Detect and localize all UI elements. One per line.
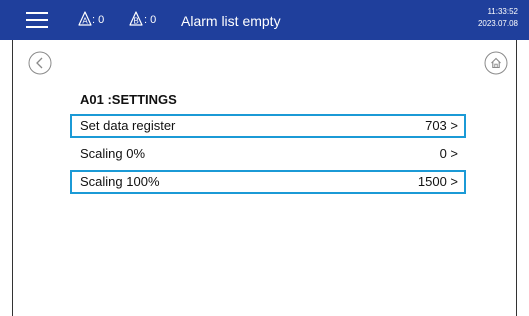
alarm-a-letter: A: [82, 17, 88, 26]
hmi-screen: A : 0 B : 0 Alarm list empty 11:33:52 20…: [0, 0, 529, 316]
back-button[interactable]: [28, 51, 52, 75]
row-value: 1500 >: [417, 174, 458, 189]
row-label: Scaling 100%: [80, 174, 160, 189]
page-title: A01 :SETTINGS: [80, 92, 177, 107]
clock-time: 11:33:52: [487, 7, 518, 16]
alarm-bell-b-icon[interactable]: B: [127, 10, 145, 28]
row-label: Set data register: [80, 118, 176, 133]
row-label: Scaling 0%: [80, 146, 146, 161]
alarm-a-count: : 0: [92, 14, 105, 26]
clock-date: 2023.07.08: [477, 19, 518, 28]
top-bar: A : 0 B : 0 Alarm list empty 11:33:52 20…: [0, 0, 529, 40]
alarm-b-letter: B: [133, 17, 138, 26]
alarm-b-count: : 0: [144, 14, 157, 26]
left-frame-line: [12, 40, 13, 316]
row-value: 0 >: [439, 146, 458, 161]
row-value: 703 >: [425, 118, 458, 133]
row-scaling-0[interactable]: Scaling 0% 0 >: [70, 142, 466, 166]
right-frame-line: [516, 40, 517, 316]
row-set-data-register[interactable]: Set data register 703 >: [70, 114, 466, 138]
hamburger-menu-icon[interactable]: [26, 12, 48, 28]
home-icon: [484, 51, 508, 75]
row-scaling-100[interactable]: Scaling 100% 1500 >: [70, 170, 466, 194]
alarm-status-text[interactable]: Alarm list empty: [181, 13, 281, 29]
home-button[interactable]: [484, 51, 508, 75]
back-arrow-icon: [28, 51, 52, 75]
